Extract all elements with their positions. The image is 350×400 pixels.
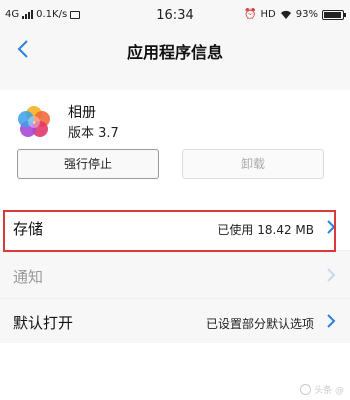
settings-row-notifications[interactable]: 通知 bbox=[0, 253, 350, 299]
open-by-default-label: 默认打开 bbox=[13, 314, 74, 332]
chevron-right-icon bbox=[327, 268, 336, 282]
open-by-default-value: 已设置部分默认选项 bbox=[205, 317, 314, 331]
nav-bar: 应用程序信息 bbox=[0, 28, 350, 72]
photos-flower-icon bbox=[18, 106, 50, 137]
highlight-box bbox=[3, 210, 336, 252]
watermark: 头条 @ bbox=[300, 383, 344, 396]
uninstall-button[interactable]: 卸载 bbox=[182, 149, 324, 179]
settings-row-open-by-default[interactable]: 默认打开 已设置部分默认选项 bbox=[0, 299, 350, 345]
watermark-text: 头条 @ bbox=[314, 386, 344, 396]
status-right: ⏰ HD 93% bbox=[244, 9, 346, 20]
battery-percent: 93% bbox=[295, 9, 318, 20]
hd-label: HD bbox=[260, 9, 276, 20]
wifi-icon bbox=[280, 10, 291, 19]
status-bar: 4G 0.1K/s 16:34 ⏰ HD 93% bbox=[0, 0, 350, 28]
page-title: 应用程序信息 bbox=[126, 43, 223, 62]
battery-fill bbox=[324, 11, 341, 18]
notifications-label: 通知 bbox=[13, 268, 44, 286]
watermark-icon bbox=[300, 384, 312, 395]
battery-icon bbox=[322, 9, 346, 20]
app-version: 版本 3.7 bbox=[68, 126, 119, 141]
empty-area: 头条 @ bbox=[0, 343, 350, 400]
alarm-icon: ⏰ bbox=[244, 9, 257, 20]
force-stop-button[interactable]: 强行停止 bbox=[17, 149, 159, 179]
chevron-right-icon bbox=[327, 314, 336, 328]
app-name: 相册 bbox=[68, 105, 96, 121]
